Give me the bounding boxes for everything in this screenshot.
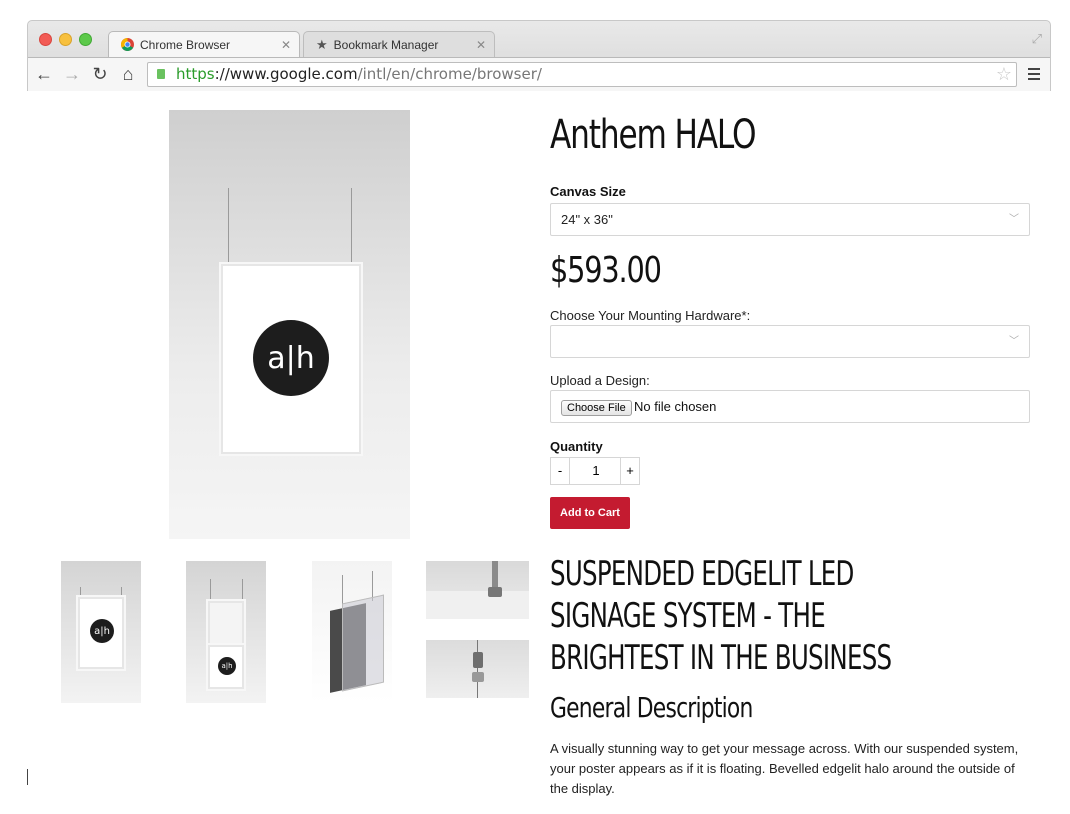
mounting-hardware-label: Choose Your Mounting Hardware*: [550,308,751,323]
lock-icon [157,69,165,79]
minimize-window-button[interactable] [59,33,72,46]
canvas-size-value: 24" x 36" [561,212,613,227]
upload-design-label: Upload a Design: [550,373,650,388]
file-status: No file chosen [634,399,717,414]
tab-bookmark-manager[interactable]: ★ Bookmark Manager ✕ [303,31,495,57]
product-thumbnail[interactable]: a|h [61,561,141,703]
reload-icon[interactable]: ↻ [90,62,110,86]
quantity-stepper: - 1 + [550,457,640,485]
canvas-size-label: Canvas Size [550,184,626,199]
chevron-down-icon: ﹀ [1009,214,1019,225]
quantity-input[interactable]: 1 [569,458,623,484]
close-tab-icon[interactable]: ✕ [476,38,486,52]
product-description: A visually stunning way to get your mess… [550,741,1019,796]
back-icon[interactable]: ← [34,62,54,86]
canvas-size-select[interactable]: 24" x 36" ﹀ [550,203,1030,236]
fullscreen-icon[interactable]: ⤢ [1032,31,1042,47]
star-icon: ★ [316,36,328,52]
forward-icon[interactable]: → [62,62,82,86]
product-headline: SUSPENDED EDGELIT LED SIGNAGE SYSTEM - T… [550,554,892,678]
product-price: $593.00 [550,250,662,291]
tab-label: Chrome Browser [140,37,231,52]
quantity-label: Quantity [550,439,603,454]
maximize-window-button[interactable] [79,33,92,46]
brand-logo: a|h [90,619,114,643]
chrome-logo-icon [121,38,134,51]
address-bar[interactable]: https://www.google.com/intl/en/chrome/br… [147,62,1017,87]
quantity-increment-button[interactable]: + [620,458,639,484]
close-window-button[interactable] [39,33,52,46]
general-description-heading: General Description [550,691,753,724]
add-to-cart-button[interactable]: Add to Cart [550,497,630,529]
product-thumbnail[interactable] [426,561,529,619]
tab-chrome-browser[interactable]: Chrome Browser ✕ [108,31,300,57]
choose-file-button[interactable]: Choose File [561,400,632,416]
text-cursor [27,769,28,785]
mounting-hardware-select[interactable]: ﹀ [550,325,1030,358]
main-product-image: a|h [169,110,410,539]
home-icon[interactable]: ⌂ [118,62,138,86]
url-text: https://www.google.com/intl/en/chrome/br… [176,65,542,83]
browser-toolbar: ← → ↻ ⌂ https://www.google.com/intl/en/c… [28,57,1050,91]
product-thumbnail[interactable]: a|h [186,561,266,703]
bookmark-star-icon[interactable]: ☆ [996,63,1012,86]
menu-icon[interactable] [1028,68,1040,83]
tab-label: Bookmark Manager [333,37,439,52]
upload-design-field[interactable]: Choose File No file chosen [550,390,1030,423]
product-thumbnail[interactable] [312,561,392,703]
brand-logo: a|h [218,657,236,675]
quantity-decrement-button[interactable]: - [551,458,570,484]
chevron-down-icon: ﹀ [1009,336,1019,347]
brand-logo: a|h [253,320,329,396]
product-title: Anthem HALO [550,112,757,158]
browser-window: Chrome Browser ✕ ★ Bookmark Manager ✕ ⤢ … [27,20,1051,91]
product-thumbnail[interactable] [426,640,529,698]
close-tab-icon[interactable]: ✕ [281,38,291,52]
